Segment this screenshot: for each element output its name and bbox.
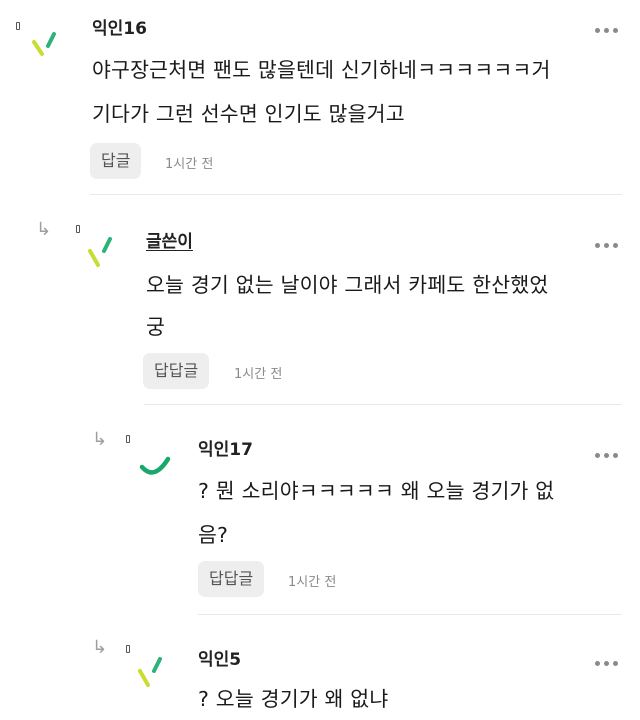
more-dots-icon[interactable] [595, 28, 618, 33]
comment-text-line1: 야구장근처면 팬도 많을텐데 신기하네ㅋㅋㅋㅋㅋㅋ거 [92, 58, 551, 82]
avatar-dash-icon [88, 237, 112, 267]
avatar-dash-icon [32, 32, 56, 56]
author-name[interactable]: 익인5 [198, 645, 241, 670]
comment-text-line2: 음? [198, 523, 229, 547]
avatar [126, 645, 178, 691]
comment-text-line1: ? 뭔 소리야ㅋㅋㅋㅋㅋ 왜 오늘 경기가 없 [198, 479, 555, 503]
more-dots-icon[interactable] [595, 661, 618, 666]
avatar-arc-icon [139, 456, 171, 475]
reply-arrow-icon: ↳ [36, 219, 52, 240]
more-dots-icon[interactable] [595, 243, 618, 248]
mini-menu-icon[interactable] [126, 645, 130, 653]
author-name[interactable]: 익인16 [92, 14, 147, 39]
avatar [126, 435, 178, 481]
author-name[interactable]: 글쓴이 [146, 227, 193, 252]
reply-button[interactable]: 답답글 [198, 561, 265, 597]
timestamp: 1시간 전 [234, 367, 283, 382]
comment-text-line2: 궁 [146, 315, 166, 339]
mini-menu-icon[interactable] [126, 435, 130, 443]
reply-button[interactable]: 답답글 [143, 353, 210, 389]
timestamp: 1시간 전 [288, 575, 337, 590]
comment-4: ↳ 익인5 ? 오늘 경기가 왜 없냐 [0, 615, 640, 720]
mini-menu-icon[interactable] [16, 22, 20, 30]
reply-arrow-icon: ↳ [92, 429, 108, 450]
author-name[interactable]: 익인17 [198, 435, 253, 460]
comment-2: ↳ 글쓴이 오늘 경기 없는 날이야 그래서 카페도 한산했었 궁 답답글 1시… [0, 195, 640, 405]
comment-text-line1: ? 오늘 경기가 왜 없냐 [198, 687, 389, 711]
reply-button[interactable]: 답글 [90, 143, 142, 179]
comment-text-line1: 오늘 경기 없는 날이야 그래서 카페도 한산했었 [146, 273, 549, 297]
comment-3: ↳ 익인17 ? 뭔 소리야ㅋㅋㅋㅋㅋ 왜 오늘 경기가 없 음? 답답글 1시… [0, 405, 640, 615]
comment-text-line2: 기다가 그런 선수면 인기도 많을거고 [92, 102, 405, 126]
avatar [76, 225, 128, 271]
mini-menu-icon[interactable] [76, 225, 80, 233]
comment-1: 익인16 야구장근처면 팬도 많을텐데 신기하네ㅋㅋㅋㅋㅋㅋ거 기다가 그런 선… [0, 0, 640, 195]
more-dots-icon[interactable] [595, 453, 618, 458]
reply-arrow-icon: ↳ [92, 637, 108, 658]
avatar-dash-icon [138, 657, 162, 687]
avatar [16, 22, 68, 68]
timestamp: 1시간 전 [165, 157, 214, 172]
